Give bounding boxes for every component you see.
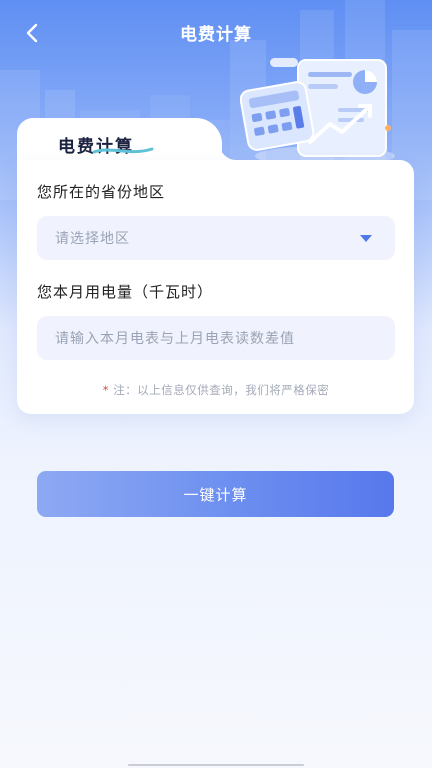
privacy-note-text: 注：以上信息仅供查询，我们将严格保密 bbox=[109, 383, 330, 397]
usage-input[interactable]: 请输入本月电表与上月电表读数差值 bbox=[37, 316, 395, 360]
calculate-button-label: 一键计算 bbox=[183, 485, 248, 504]
caret-down-icon bbox=[360, 235, 372, 242]
region-select-placeholder: 请选择地区 bbox=[55, 231, 130, 247]
usage-label: 您本月用电量（千瓦时） bbox=[37, 283, 214, 301]
privacy-note: * 注：以上信息仅供查询，我们将严格保密 bbox=[0, 382, 432, 398]
usage-input-placeholder: 请输入本月电表与上月电表读数差值 bbox=[55, 331, 295, 347]
region-label: 您所在的省份地区 bbox=[37, 183, 166, 201]
home-indicator bbox=[128, 764, 304, 766]
page-title: 电费计算 bbox=[180, 25, 252, 45]
calculator-illustration bbox=[240, 58, 395, 166]
calculate-button[interactable]: 一键计算 bbox=[37, 471, 394, 517]
title-swash bbox=[92, 147, 154, 154]
region-select[interactable]: 请选择地区 bbox=[37, 216, 395, 260]
